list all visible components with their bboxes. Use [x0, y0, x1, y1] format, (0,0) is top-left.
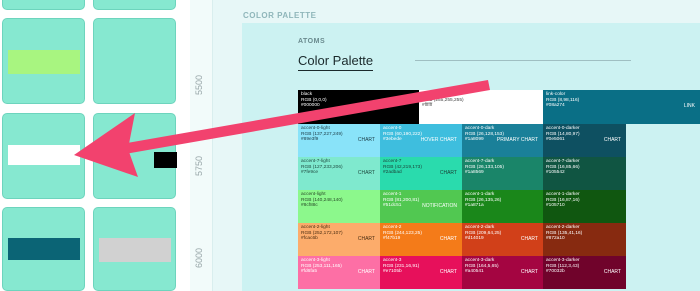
color-swatch-accent-0-darker: accent-0-darker RGB (14,80,97) #0e5061 CHAR…: [543, 124, 626, 157]
thumbnail-card[interactable]: [93, 207, 176, 291]
color-swatch-accent-2-light: accent-2-light RGB (252,172,107) #fcac6b CH…: [298, 223, 380, 256]
ruler-tick: 6000: [194, 247, 204, 268]
color-swatch-accent-7-darker: accent-7-darker RGB (16,85,66) #105542: [543, 157, 626, 190]
swatch-preview: [8, 50, 80, 74]
swatch-hex: #000000: [301, 103, 320, 109]
color-swatch-accent-7: accent-7 RGB (42,219,173) #2adbad CHART: [380, 157, 462, 190]
color-swatch-accent-0-light: accent-0-light RGB (137,227,249) #89e3f9 CH…: [298, 124, 380, 157]
color-swatch-accent-3-darker: accent-3-darker RGB (112,3,43) #70032b CHAR…: [543, 256, 626, 289]
swatch-tag: CHART: [357, 169, 375, 176]
swatch-tag: CHART: [520, 268, 538, 275]
artboard-label[interactable]: COLOR PALETTE: [243, 11, 316, 20]
section-label: ATOMS: [298, 38, 326, 45]
page-title: Color Palette: [298, 53, 374, 71]
thumbnail-card[interactable]: [2, 113, 85, 199]
thumbnail-card[interactable]: [93, 0, 176, 10]
color-swatch-accent-7-dark: accent-7-dark RGB (26,133,105) #1a8569: [462, 157, 543, 190]
swatch-tag: HOVER CHART: [420, 136, 457, 143]
swatch-tag: LINK: [683, 103, 695, 110]
swatch-preview: [8, 145, 80, 165]
color-swatch-accent-0-dark: accent-0-dark RGB (26,128,153) #1a8099 PRIM…: [462, 124, 543, 157]
swatch-hex: #ffffff: [422, 103, 433, 109]
swatch-preview: [154, 152, 177, 168]
color-swatch-accent-2-darker: accent-2-darker RGB (135,41,16) #872a10: [543, 223, 626, 256]
palette-grid: black RGB (0,0,0) #000000 white RGB (255,255…: [298, 90, 700, 291]
color-swatch-black: black RGB (0,0,0) #000000: [298, 90, 419, 124]
thumbnail-card[interactable]: [2, 0, 85, 10]
color-swatch-link-color: link-color RGB (8,98,116) #08a274 LINK: [543, 90, 700, 124]
color-swatch-accent-3-dark: accent-3-dark RGB (164,5,65) #a40541 CHART: [462, 256, 543, 289]
swatch-hex: #105542: [546, 170, 565, 176]
swatch-hex: #872a10: [546, 236, 565, 242]
thumbnail-card[interactable]: [93, 113, 177, 199]
swatch-hex: #1a8569: [465, 170, 484, 176]
swatch-hex: #105710: [546, 203, 565, 209]
swatch-hex: #08a274: [546, 103, 565, 109]
vertical-ruler: 5500 5750 6000: [190, 0, 213, 291]
swatch-tag: CHART: [603, 268, 621, 275]
artboard[interactable]: ATOMS Color Palette black RGB (0,0,0) #000…: [242, 23, 700, 291]
title-divider: [415, 60, 631, 61]
swatch-tag: CHART: [439, 169, 457, 176]
ruler-tick: 5500: [194, 74, 204, 95]
thumbnail-panel: [0, 0, 190, 291]
color-swatch-accent-3: accent-3 RGB (231,16,91) #e7105b CHART: [380, 256, 462, 289]
color-swatch-accent-2-dark: accent-2-dark RGB (209,64,25) #d14019 CHART: [462, 223, 543, 256]
swatch-tag: PRIMARY CHART: [496, 136, 538, 143]
swatch-tag: NOTIFICATION: [422, 202, 457, 209]
color-swatch-accent-1: accent-1 RGB (81,200,81) #51dc51 NOTIFICATI…: [380, 190, 462, 223]
color-swatch-accent-1-dark: accent-1-dark RGB (26,135,26) #1a871a: [462, 190, 543, 223]
thumbnail-card[interactable]: [2, 207, 85, 291]
swatch-tag: CHART: [357, 268, 375, 275]
color-swatch-accent-light: accent-light RGB (140,248,140) #8cf88c: [298, 190, 380, 223]
swatch-preview: [8, 238, 80, 260]
swatch-tag: CHART: [439, 235, 457, 242]
swatch-tag: CHART: [357, 235, 375, 242]
color-swatch-accent-3-light: accent-3-light RGB (253,111,165) #fd6fa5 CH…: [298, 256, 380, 289]
color-swatch-accent-0: accent-0 RGB (60,190,222) #3ebede HOVER CHA…: [380, 124, 462, 157]
color-swatch-accent-2: accent-2 RGB (244,123,25) #f47b19 CHART: [380, 223, 462, 256]
swatch-preview: [99, 238, 171, 262]
swatch-hex: #8cf88c: [301, 203, 318, 209]
swatch-tag: CHART: [520, 235, 538, 242]
ruler-tick: 5750: [194, 155, 204, 176]
swatch-tag: CHART: [603, 136, 621, 143]
thumbnail-card[interactable]: [2, 18, 85, 104]
thumbnail-card[interactable]: [93, 18, 176, 104]
swatch-tag: CHART: [357, 136, 375, 143]
color-swatch-accent-7-light: accent-7-light RGB (127,233,206) #7fe9ce CH…: [298, 157, 380, 190]
swatch-tag: CHART: [439, 268, 457, 275]
swatch-hex: #1a871a: [465, 203, 484, 209]
design-canvas[interactable]: COLOR PALETTE ATOMS Color Palette black R…: [213, 0, 700, 291]
color-swatch-accent-1-darker: accent-1-darker RGB (16,87,16) #105710: [543, 190, 626, 223]
color-swatch-white: white RGB (255,255,255) #ffffff: [419, 90, 543, 124]
